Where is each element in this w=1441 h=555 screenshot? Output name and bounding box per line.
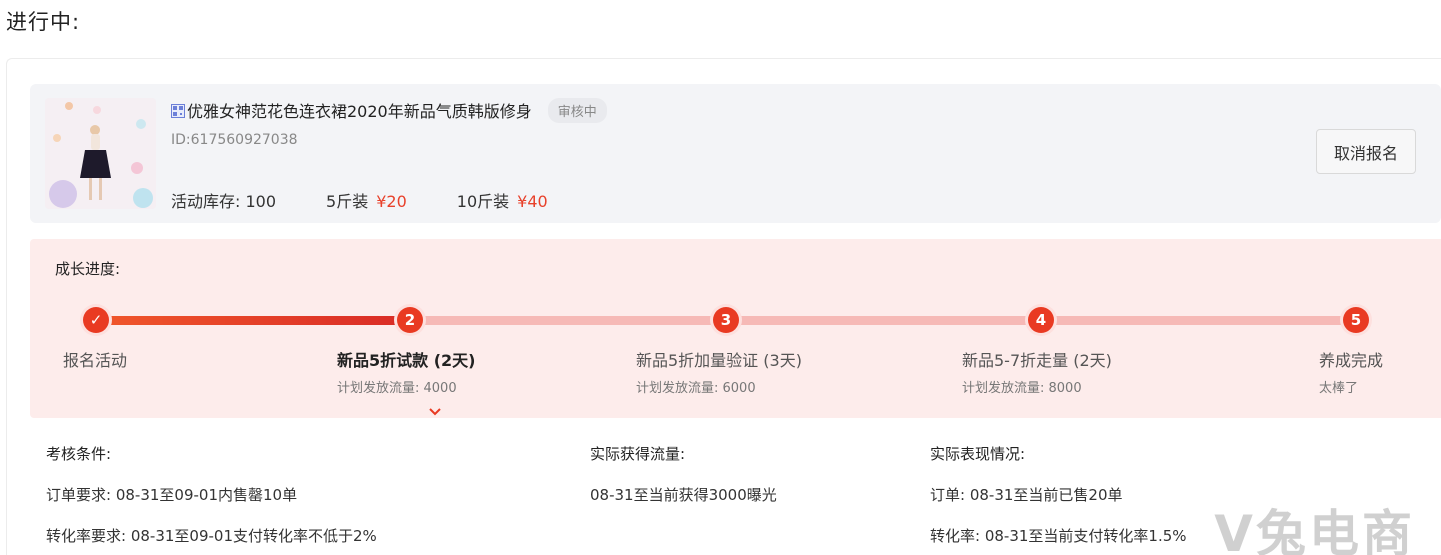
performance-line: 订单: 08-31至当前已售20单 [930, 486, 1123, 504]
product-title[interactable]: 优雅女神范花色连衣裙2020年新品气质韩版修身 [187, 98, 532, 122]
spec1-label: 5斤装 [326, 192, 369, 211]
stock-stat: 活动库存: 100 [171, 188, 276, 212]
product-panel: 优雅女神范花色连衣裙2020年新品气质韩版修身 审核中 ID:617560927… [30, 84, 1441, 223]
criteria-line: 转化率要求: 08-31至09-01支付转化率不低于2% [46, 527, 377, 545]
spec2-price: ¥40 [517, 192, 548, 211]
traffic-column: 实际获得流量: 08-31至当前获得3000曝光 [590, 443, 777, 525]
performance-column: 实际表现情况: 订单: 08-31至当前已售20单 转化率: 08-31至当前支… [930, 443, 1187, 555]
product-id: ID:617560927038 [171, 132, 298, 148]
step-name-2: 新品5折试款 (2天) [337, 351, 476, 370]
product-stats: 活动库存: 100 5斤装 ¥20 10斤装 ¥40 [171, 188, 598, 212]
step-name-3: 新品5折加量验证 (3天) [636, 351, 802, 370]
stock-value: 100 [245, 192, 277, 211]
step-node-2[interactable]: 2 [397, 307, 423, 333]
product-thumbnail[interactable] [45, 98, 156, 209]
step-node-5[interactable]: 5 [1343, 307, 1369, 333]
watermark: V兔电商 [1214, 505, 1415, 555]
status-badge: 审核中 [547, 97, 607, 123]
spec2-label: 10斤装 [456, 192, 510, 211]
progress-label: 成长进度: [55, 260, 121, 278]
spec1-stat: 5斤装 ¥20 [326, 188, 407, 212]
performance-line: 转化率: 08-31至当前支付转化率1.5% [930, 527, 1187, 545]
traffic-heading: 实际获得流量: [590, 445, 686, 463]
step-sub-5: 太棒了 [1319, 381, 1359, 396]
cancel-registration-button[interactable]: 取消报名 [1316, 129, 1416, 174]
step-node-3[interactable]: 3 [713, 307, 739, 333]
criteria-heading: 考核条件: [46, 445, 112, 463]
section-title: 进行中: [6, 10, 81, 34]
stock-label: 活动库存: [171, 192, 241, 211]
step-sub-2: 计划发放流量: 4000 [337, 381, 457, 396]
criteria-column: 考核条件: 订单要求: 08-31至09-01内售罄10单 转化率要求: 08-… [46, 443, 377, 555]
spec1-price: ¥20 [376, 192, 407, 211]
step-name-5: 养成完成 [1319, 351, 1384, 370]
step-name-1: 报名活动 [63, 351, 128, 370]
spec2-stat: 10斤装 ¥40 [457, 188, 548, 212]
product-title-row: 优雅女神范花色连衣裙2020年新品气质韩版修身 审核中 [171, 97, 607, 123]
criteria-line: 订单要求: 08-31至09-01内售罄10单 [46, 486, 298, 504]
step-sub-3: 计划发放流量: 6000 [636, 381, 756, 396]
step-sub-4: 计划发放流量: 8000 [962, 381, 1082, 396]
step-node-4[interactable]: 4 [1028, 307, 1054, 333]
progress-track-fill [100, 316, 410, 325]
step-name-4: 新品5-7折走量 (2天) [962, 351, 1112, 370]
qr-code-icon[interactable] [171, 103, 185, 118]
performance-heading: 实际表现情况: [930, 445, 1026, 463]
traffic-line: 08-31至当前获得3000曝光 [590, 486, 777, 504]
growth-progress-panel: 成长进度: ✓ 2 3 4 5 报名活动 新品5折试款 (2天) 计划发放流量:… [30, 239, 1441, 418]
chevron-down-icon[interactable] [429, 401, 441, 420]
step-node-1[interactable]: ✓ [83, 307, 109, 333]
